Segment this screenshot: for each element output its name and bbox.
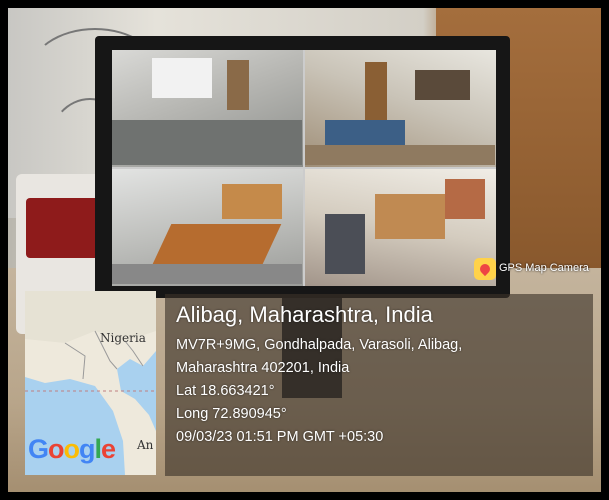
- longitude: Long 72.890945°: [176, 406, 287, 422]
- google-logo: Google: [28, 434, 116, 464]
- map-label-nigeria: Nigeria: [100, 331, 146, 345]
- photo-frame: GPS Map Camera Nigeria An Google Alibag,…: [0, 0, 609, 500]
- location-info: Alibag, Maharashtra, India MV7R+9MG, Gon…: [176, 302, 462, 449]
- datetime: 09/03/23 01:51 PM GMT +05:30: [176, 429, 384, 445]
- latitude: Lat 18.663421°: [176, 383, 275, 399]
- cctv-feed-4: [305, 169, 496, 286]
- address-line-2: Maharashtra 402201, India: [176, 360, 350, 376]
- cctv-feed-1: [112, 50, 303, 167]
- app-name: GPS Map Camera: [499, 262, 589, 274]
- map-label-partial: An: [137, 438, 154, 452]
- cctv-screen: [112, 50, 496, 286]
- cctv-feed-2: [305, 50, 496, 167]
- city-title: Alibag, Maharashtra, India: [176, 302, 433, 327]
- cctv-feed-3: [112, 169, 303, 286]
- gps-map-camera-logo-icon: [474, 258, 496, 280]
- address-line-1: MV7R+9MG, Gondhalpada, Varasoli, Alibag,: [176, 337, 463, 353]
